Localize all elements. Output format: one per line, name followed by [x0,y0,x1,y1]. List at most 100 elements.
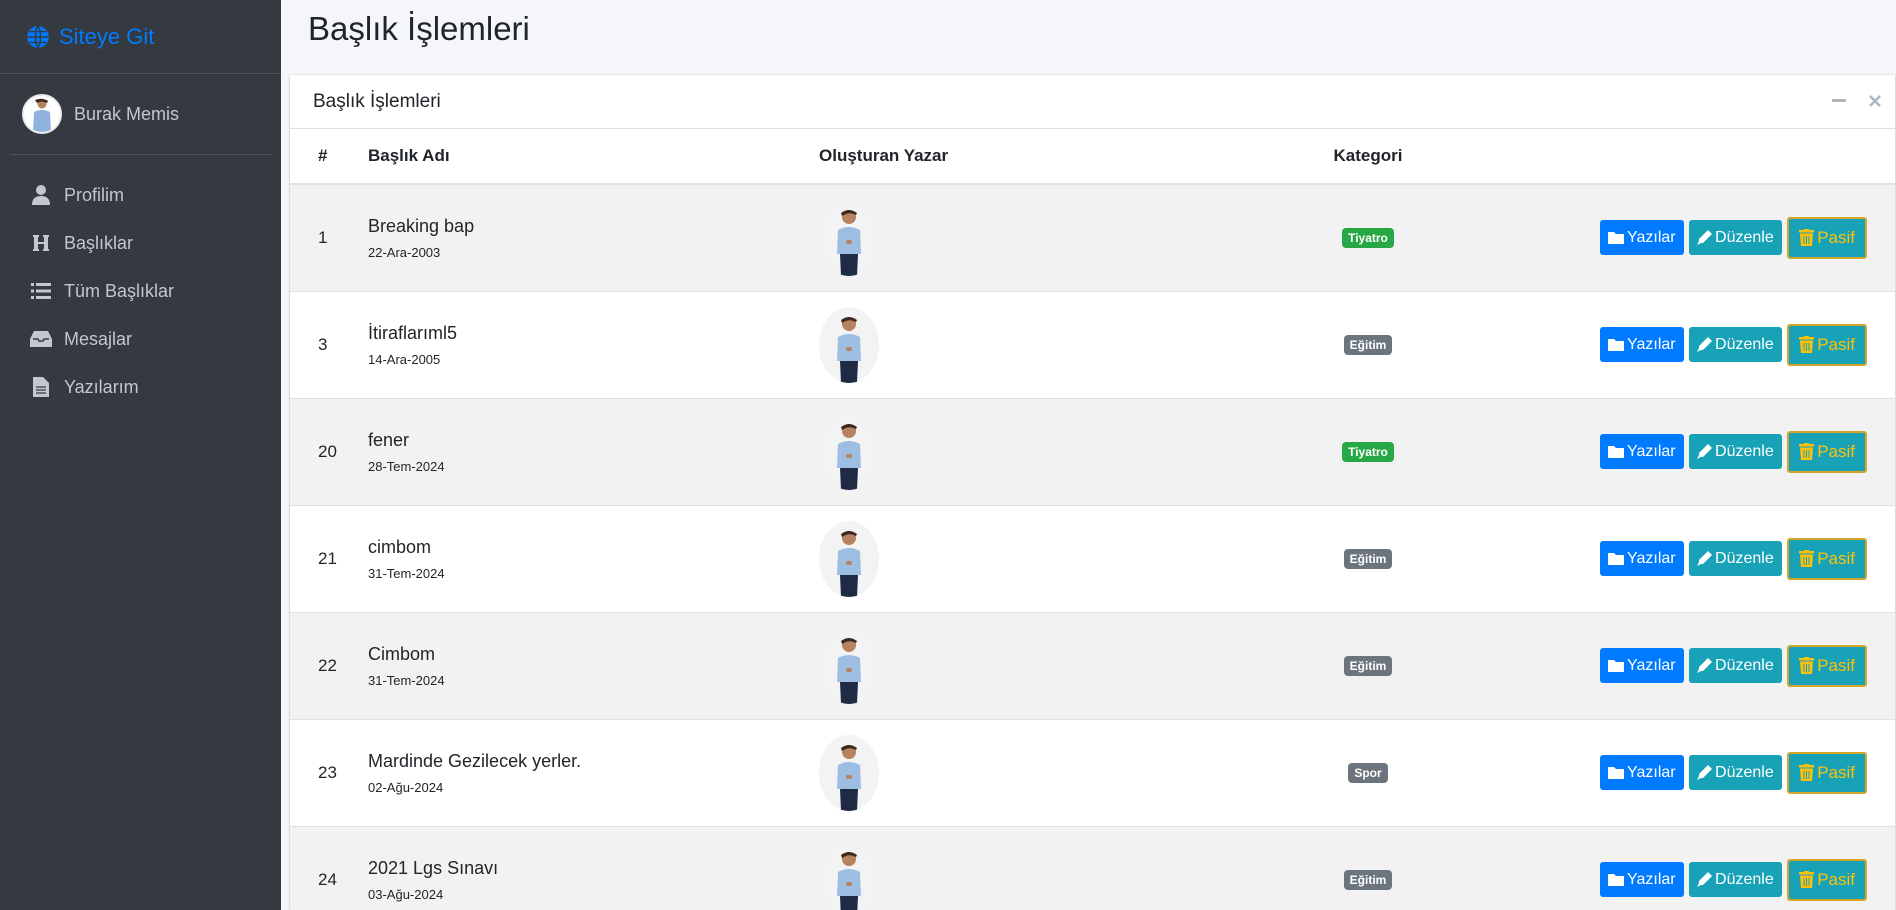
category-cell: Eğitim [1278,291,1458,398]
column-header: Başlık Adı [368,129,813,185]
inbox-icon [30,328,52,350]
posts-button-label: Yazılar [1626,656,1676,674]
sidebar-item-label: Başlıklar [64,232,134,253]
author-avatar [819,306,879,383]
category-badge: Tiyatro [1342,227,1394,248]
sidebar-item-yazilarim[interactable]: Yazılarım [0,363,281,411]
actions-cell: Yazılar Düzenle Pasif [1458,719,1895,826]
passive-button-label: Pasif [1817,227,1855,247]
column-header: Kategori [1278,129,1458,185]
title-cell: cimbom 31-Tem-2024 [368,505,813,612]
close-icon[interactable] [1865,91,1885,111]
sidebar-item-tum-basliklar[interactable]: Tüm Başlıklar [0,267,281,315]
edit-button[interactable]: Düzenle [1689,755,1782,790]
passive-button-label: Pasif [1817,441,1855,461]
edit-button[interactable]: Düzenle [1689,541,1782,576]
topic-date: 02-Ağu-2024 [368,779,444,795]
topic-date: 31-Tem-2024 [368,672,445,688]
posts-button-label: Yazılar [1626,335,1676,353]
posts-button[interactable]: Yazılar [1599,327,1684,362]
topics-table: # Başlık Adı Oluşturan Yazar Kategori 1 … [290,129,1895,910]
list-icon [30,280,52,302]
table-row: 1 Breaking bap 22-Ara-2003 Tiyatro Yazıl… [290,184,1895,291]
edit-button[interactable]: Düzenle [1689,434,1782,469]
sidebar-item-basliklar[interactable]: Başlıklar [0,219,281,267]
author-cell [813,719,1278,826]
passive-button[interactable]: Pasif [1787,430,1867,473]
row-id: 24 [318,869,337,889]
edit-button[interactable]: Düzenle [1689,862,1782,898]
card: Başlık İşlemleri # Başlık Adı Oluşturan … [290,75,1895,910]
author-photo-icon [837,530,861,597]
edit-button[interactable]: Düzenle [1689,648,1782,683]
passive-button-label: Pasif [1817,869,1855,889]
pencil-icon [1697,337,1713,352]
trash-icon [1799,871,1815,889]
author-photo-icon [837,744,861,811]
posts-button[interactable]: Yazılar [1599,220,1684,256]
collapse-icon[interactable] [1829,91,1849,111]
column-header-actions [1458,129,1895,185]
avatar [22,94,62,134]
topic-title: cimbom [368,536,432,557]
user-panel[interactable]: Burak Memis [10,74,271,155]
table-row: 3 İtiraflarıml5 14-Ara-2005 Eğitim Yazıl… [290,291,1895,398]
category-badge: Tiyatro [1342,441,1394,462]
actions-cell: Yazılar Düzenle Pasif [1458,291,1895,398]
passive-button[interactable]: Pasif [1787,537,1867,580]
passive-button[interactable]: Pasif [1787,751,1867,794]
posts-button-label: Yazılar [1626,870,1676,888]
sidebar-item-profilim[interactable]: Profilim [0,171,281,219]
author-avatar [819,841,879,910]
author-cell [813,505,1278,612]
posts-button[interactable]: Yazılar [1599,434,1684,469]
topic-title: Breaking bap [368,215,475,236]
page-title: Başlık İşlemleri [308,10,530,47]
passive-button-label: Pasif [1817,548,1855,568]
posts-button[interactable]: Yazılar [1599,541,1684,576]
category-badge: Eğitim [1343,548,1393,569]
table-row: 22 Cimbom 31-Tem-2024 Eğitim Yazılar Düz… [290,612,1895,719]
user-name[interactable]: Burak Memis [74,104,179,125]
pencil-icon [1697,765,1713,780]
sidebar-item-mesajlar[interactable]: Mesajlar [0,315,281,363]
file-icon [30,376,52,398]
author-avatar [819,520,879,597]
brand-text[interactable]: Siteye Git [59,24,154,50]
topic-title: fener [368,429,410,450]
posts-button[interactable]: Yazılar [1599,648,1684,683]
row-id: 22 [318,655,337,675]
trash-icon [1799,336,1815,353]
trash-icon [1799,764,1815,781]
posts-button-label: Yazılar [1626,549,1676,567]
title-cell: Mardinde Gezilecek yerler. 02-Ağu-2024 [368,719,813,826]
brand-link[interactable]: Siteye Git [0,0,281,74]
topic-title: Mardinde Gezilecek yerler. [368,750,582,771]
table-row: 24 2021 Lgs Sınavı 03-Ağu-2024 Eğitim Ya… [290,826,1895,910]
passive-button-label: Pasif [1817,655,1855,675]
row-id: 1 [318,227,328,247]
category-cell: Spor [1278,719,1458,826]
sidebar-nav: Profilim Başlıklar Tüm Başlıklar Mesajla… [0,155,281,411]
title-cell: fener 28-Tem-2024 [368,398,813,505]
posts-button[interactable]: Yazılar [1599,755,1684,790]
edit-button[interactable]: Düzenle [1689,220,1782,256]
trash-icon [1799,657,1815,674]
table-row: 20 fener 28-Tem-2024 Tiyatro Yazılar Düz… [290,398,1895,505]
edit-button-label: Düzenle [1715,228,1774,246]
author-cell [813,826,1278,910]
edit-button[interactable]: Düzenle [1689,327,1782,362]
passive-button[interactable]: Pasif [1787,216,1867,259]
edit-button-label: Düzenle [1715,870,1774,888]
main-content: Başlık İşlemleri Başlık İşlemleri # Başl… [281,0,1896,910]
folder-icon [1607,446,1624,458]
posts-button[interactable]: Yazılar [1599,862,1684,898]
table-header-row: # Başlık Adı Oluşturan Yazar Kategori [290,129,1895,185]
edit-button-label: Düzenle [1715,656,1774,674]
passive-button[interactable]: Pasif [1787,323,1867,366]
title-cell: İtiraflarıml5 14-Ara-2005 [368,291,813,398]
passive-button[interactable]: Pasif [1787,858,1867,901]
folder-icon [1607,232,1624,245]
passive-button[interactable]: Pasif [1787,644,1867,687]
author-avatar [819,199,879,276]
